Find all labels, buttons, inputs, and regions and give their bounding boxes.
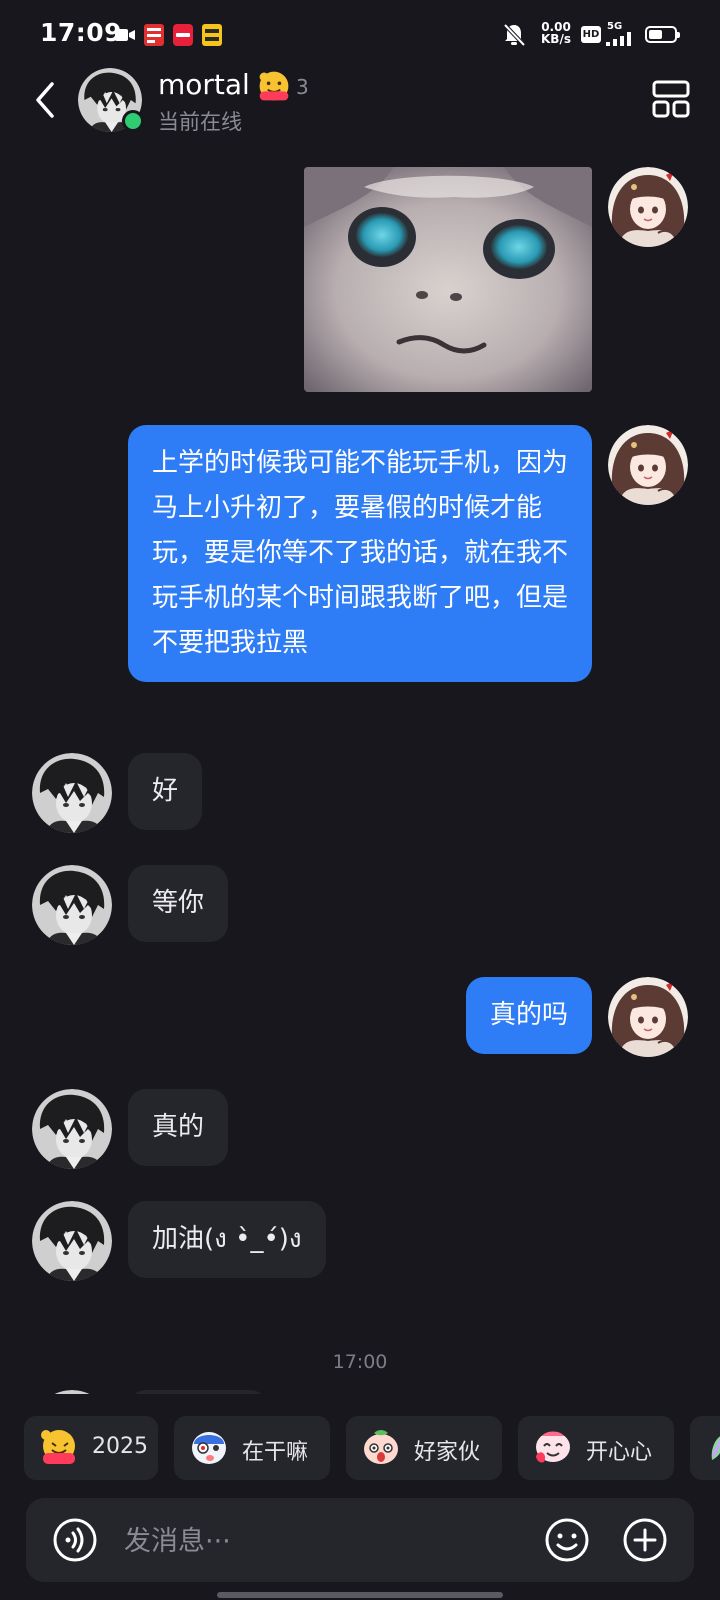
app-notification-icon-3 (202, 24, 222, 46)
contact-avatar[interactable] (78, 68, 144, 132)
more-emoji-icon (711, 1436, 720, 1460)
message-bubble-sent[interactable]: 真的吗 (465, 977, 592, 1054)
contact-name[interactable]: mortal (158, 68, 250, 101)
message-timestamp: 17:00 (332, 1351, 388, 1373)
network-type: 5G (607, 21, 623, 32)
signal-strength-icon (606, 32, 631, 46)
quick-reply-chip[interactable]: 在干嘛 (174, 1416, 330, 1480)
new-year-emoji-icon (41, 1430, 75, 1464)
status-time: 17:09 (40, 18, 123, 47)
quick-reply-bar: 2025 在干嘛 好家伙 开心心 (0, 1394, 720, 1480)
chat-screen: 17:09 0.00 KB/s HD 5G mortal 3 当前在线 上学的时… (0, 0, 720, 1600)
my-avatar[interactable] (608, 167, 688, 247)
add-attachment-icon[interactable] (622, 1517, 668, 1563)
quick-reply-label: 在干嘛 (242, 1440, 309, 1465)
quick-reply-chip[interactable]: 2025 (24, 1416, 158, 1480)
shocked-emoji-icon (364, 1430, 398, 1464)
status-bar: 17:09 0.00 KB/s HD 5G (0, 0, 720, 70)
streak-count: 3 (296, 75, 309, 99)
app-notification-icon-2 (173, 24, 193, 46)
photo-message[interactable] (304, 167, 592, 392)
message-input-bar (26, 1498, 694, 1582)
message-bubble-sent[interactable]: 上学的时候我可能不能玩手机，因为马上小升初了，要暑假的时候才能玩，要是你等不了我… (128, 425, 592, 682)
contact-message-avatar[interactable] (32, 865, 112, 945)
happy-emoji-icon (536, 1431, 570, 1463)
contact-message-avatar[interactable] (32, 753, 112, 833)
back-arrow-icon[interactable] (28, 78, 68, 122)
message-bubble-received[interactable]: 好 (128, 753, 203, 830)
chat-header: mortal 3 当前在线 (0, 62, 720, 138)
my-avatar[interactable] (608, 425, 688, 505)
quick-reply-label: 2025 (92, 1434, 148, 1459)
contact-message-avatar[interactable] (32, 1201, 112, 1281)
photo-message-image (304, 167, 592, 392)
streak-emoji-icon (259, 71, 289, 101)
curious-emoji-icon (192, 1432, 226, 1464)
layout-grid-icon[interactable] (650, 78, 692, 120)
quick-reply-label: 开心心 (586, 1440, 653, 1465)
quick-reply-chip-partial[interactable] (690, 1416, 720, 1480)
network-speed-unit: KB/s (541, 32, 571, 46)
voice-input-icon[interactable] (52, 1517, 98, 1563)
message-bubble-received[interactable]: 等你 (128, 865, 229, 942)
quick-reply-chip[interactable]: 好家伙 (346, 1416, 502, 1480)
video-record-icon (115, 29, 135, 41)
app-notification-icon-1 (144, 24, 164, 46)
quick-reply-label: 好家伙 (414, 1440, 481, 1465)
contact-message-avatar[interactable] (32, 1089, 112, 1169)
message-input[interactable] (122, 1516, 506, 1566)
emoji-picker-icon[interactable] (544, 1517, 590, 1563)
hd-badge: HD (581, 26, 601, 43)
home-indicator[interactable] (217, 1592, 503, 1598)
mute-bell-icon (503, 23, 525, 47)
message-bubble-received[interactable]: 加油(ง •̀_•́)ง (128, 1201, 326, 1278)
contact-status: 当前在线 (158, 110, 242, 134)
my-avatar[interactable] (608, 977, 688, 1057)
quick-reply-chip[interactable]: 开心心 (518, 1416, 674, 1480)
message-bubble-received[interactable]: 真的 (128, 1089, 229, 1166)
online-status-dot (122, 110, 144, 132)
battery-level (649, 30, 663, 39)
battery-icon (645, 26, 680, 43)
network-speed: 0.00 KB/s (538, 21, 574, 45)
